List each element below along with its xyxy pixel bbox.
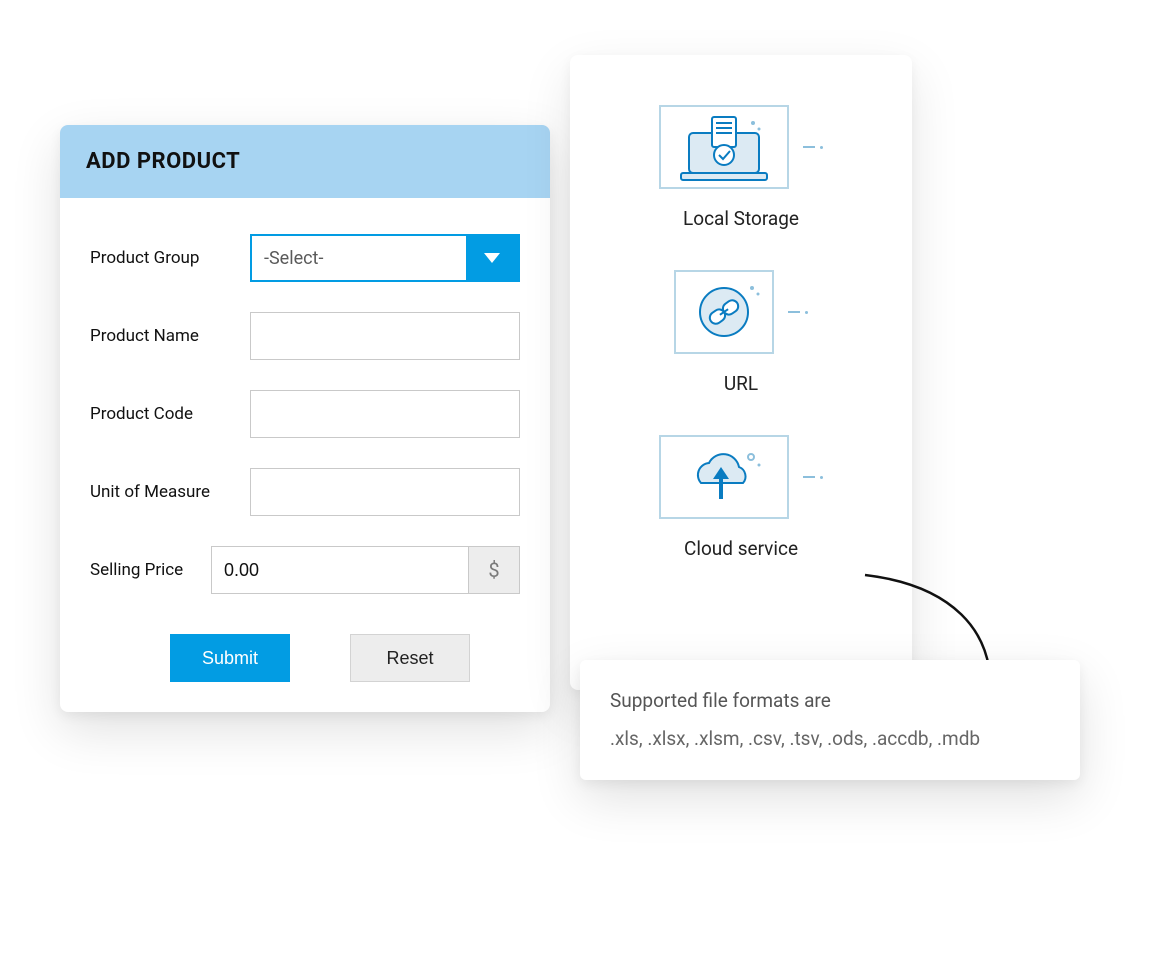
supported-formats-popover: Supported file formats are .xls, .xlsx, … bbox=[580, 660, 1080, 780]
source-local-storage-label: Local Storage bbox=[683, 207, 799, 230]
source-cloud-service[interactable]: Cloud service bbox=[659, 435, 823, 560]
decorative-dash-icon bbox=[803, 146, 823, 149]
submit-button[interactable]: Submit bbox=[170, 634, 290, 682]
source-url[interactable]: URL bbox=[674, 270, 808, 395]
product-name-input[interactable] bbox=[250, 312, 520, 360]
page-title: ADD PRODUCT bbox=[86, 149, 524, 174]
row-selling-price: Selling Price $ bbox=[90, 546, 520, 594]
label-product-name: Product Name bbox=[90, 326, 250, 346]
reset-button[interactable]: Reset bbox=[350, 634, 470, 682]
url-icon bbox=[674, 270, 774, 354]
selling-price-input[interactable] bbox=[211, 546, 468, 594]
label-product-code: Product Code bbox=[90, 404, 250, 424]
source-local-storage[interactable]: Local Storage bbox=[659, 105, 823, 230]
supported-formats-list: .xls, .xlsx, .xlsm, .csv, .tsv, .ods, .a… bbox=[610, 722, 1050, 756]
product-code-input[interactable] bbox=[250, 390, 520, 438]
add-product-header: ADD PRODUCT bbox=[60, 125, 550, 198]
source-url-label: URL bbox=[724, 372, 758, 395]
product-group-select[interactable]: -Select- bbox=[250, 234, 520, 282]
row-product-group: Product Group -Select- bbox=[90, 234, 520, 282]
source-cloud-service-label: Cloud service bbox=[684, 537, 798, 560]
local-storage-icon bbox=[659, 105, 789, 189]
row-product-name: Product Name bbox=[90, 312, 520, 360]
decorative-dash-icon bbox=[803, 476, 823, 479]
decorative-dash-icon bbox=[788, 311, 808, 314]
add-product-body: Product Group -Select- Product Name bbox=[60, 198, 550, 712]
unit-of-measure-input[interactable] bbox=[250, 468, 520, 516]
product-group-select-value: -Select- bbox=[252, 236, 466, 280]
add-product-card: ADD PRODUCT Product Group -Select- Produ… bbox=[60, 125, 550, 712]
label-unit-of-measure: Unit of Measure bbox=[90, 482, 250, 502]
button-row: Submit Reset bbox=[90, 634, 520, 682]
currency-symbol: $ bbox=[468, 546, 520, 594]
cloud-service-icon bbox=[659, 435, 789, 519]
row-product-code: Product Code bbox=[90, 390, 520, 438]
row-unit-of-measure: Unit of Measure bbox=[90, 468, 520, 516]
label-selling-price: Selling Price bbox=[90, 560, 211, 580]
chevron-down-icon bbox=[466, 236, 518, 280]
supported-formats-title: Supported file formats are bbox=[610, 684, 1050, 718]
label-product-group: Product Group bbox=[90, 248, 250, 268]
